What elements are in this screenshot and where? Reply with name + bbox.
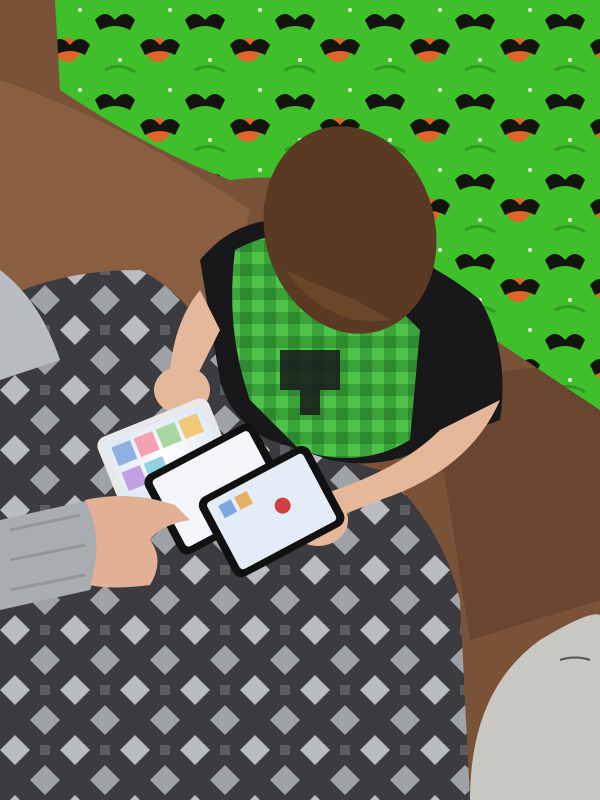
scene-svg [0,0,600,800]
photo-scene [0,0,600,800]
creeper-face [280,350,340,390]
